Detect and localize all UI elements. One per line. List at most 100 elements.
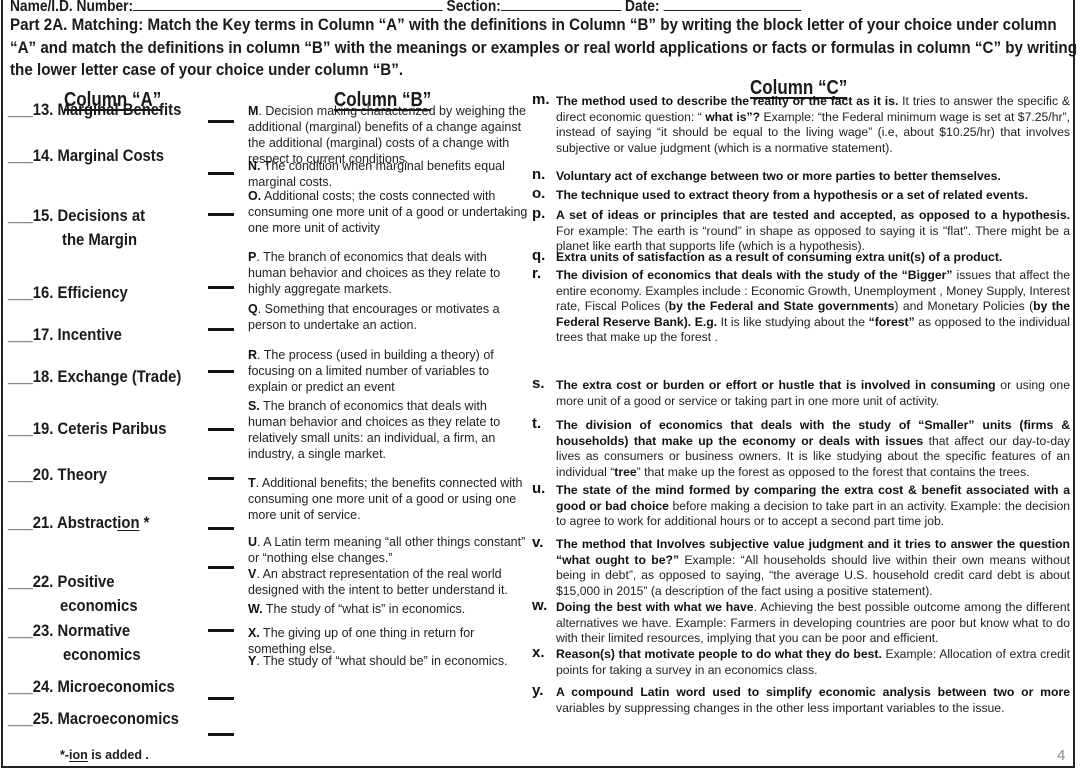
- column-b-definition: P. The branch of economics that deals wi…: [248, 249, 528, 297]
- item-letter: n.: [532, 166, 546, 183]
- column-b-definition: Y. The study of “what should be” in econ…: [248, 653, 528, 669]
- item-text: A set of ideas or principles that are te…: [556, 208, 1070, 253]
- answer-line[interactable]: [208, 370, 234, 373]
- term-label: Marginal Costs: [57, 147, 165, 165]
- date-field[interactable]: [663, 0, 801, 11]
- term-label: Macroeconomics: [57, 710, 179, 728]
- column-c-item: s. The extra cost or burden or effort or …: [532, 375, 1070, 409]
- answer-blank[interactable]: ___: [8, 466, 33, 484]
- answer-line[interactable]: [208, 428, 234, 431]
- item-letter: y.: [532, 682, 544, 699]
- definition-text: . An abstract representation of the real…: [248, 567, 508, 597]
- answer-blank[interactable]: ___: [8, 284, 33, 302]
- item-letter: s.: [532, 375, 545, 392]
- answer-line[interactable]: [208, 566, 234, 569]
- answer-line[interactable]: [208, 328, 234, 331]
- term-continuation: economics: [63, 646, 141, 664]
- definition-text: The branch of economics that deals with …: [248, 399, 501, 461]
- answer-line[interactable]: [208, 629, 234, 632]
- answer-blank[interactable]: ___: [8, 326, 33, 344]
- column-c-item: n. Voluntary act of exchange between two …: [532, 166, 1070, 185]
- item-letter: v.: [532, 534, 544, 551]
- item-text: The state of the mind formed by comparin…: [556, 483, 1070, 528]
- term-label: Positive: [57, 573, 115, 591]
- column-c-item: w. Doing the best with what we have. Achi…: [532, 598, 1070, 647]
- column-a-item: ___20. Theory: [8, 466, 107, 485]
- answer-blank[interactable]: ___: [8, 710, 33, 728]
- column-a-item: ___19. Ceteris Paribus: [8, 420, 167, 439]
- answer-line[interactable]: [208, 172, 234, 175]
- answer-line[interactable]: [208, 213, 234, 216]
- column-a-item: ___21. Abstraction *: [8, 514, 149, 533]
- definition-letter: N.: [248, 159, 261, 173]
- answer-blank[interactable]: ___: [8, 573, 33, 591]
- answer-blank[interactable]: ___: [8, 368, 33, 386]
- term-label: Normative: [57, 622, 131, 640]
- answer-line[interactable]: [208, 286, 234, 289]
- term-continuation: economics: [60, 597, 138, 615]
- date-label: Date:: [625, 0, 660, 15]
- name-field[interactable]: [133, 0, 443, 11]
- item-letter: x.: [532, 644, 545, 661]
- definition-text: . The branch of economics that deals wit…: [248, 250, 501, 296]
- answer-blank[interactable]: ___: [8, 678, 33, 696]
- term-label: Ceteris Paribus: [57, 420, 167, 438]
- item-letter: u.: [532, 480, 546, 497]
- answer-blank[interactable]: ___: [8, 420, 33, 438]
- column-a-item: ___16. Efficiency: [8, 284, 128, 303]
- answer-blank[interactable]: ___: [8, 514, 33, 532]
- column-c-item: v. The method that Involves subjective va…: [532, 534, 1070, 599]
- answer-blank[interactable]: ___: [8, 207, 33, 225]
- column-a-item: ___15. Decisions at: [8, 207, 145, 226]
- column-c-item: t. The division of economics that deals w…: [532, 415, 1070, 480]
- item-number: 21.: [32, 514, 58, 532]
- column-b-definition: U. A Latin term meaning “all other thing…: [248, 534, 528, 566]
- item-text: The division of economics that deals wit…: [556, 268, 1070, 344]
- item-number: 19.: [32, 420, 58, 438]
- answer-blank[interactable]: ___: [8, 147, 33, 165]
- answer-line[interactable]: [208, 120, 234, 123]
- definition-text: . A Latin term meaning “all other things…: [248, 535, 526, 565]
- item-letter: t.: [532, 415, 542, 432]
- item-text: The division of economics that deals wit…: [556, 418, 1070, 479]
- column-c-item: m. The method used to describe the realit…: [532, 92, 1070, 156]
- column-a-item: ___24. Microeconomics: [8, 678, 175, 697]
- column-a-item: ___25. Macroeconomics: [8, 710, 179, 729]
- column-c-item: y. A compound Latin word used to simplify…: [532, 682, 1070, 716]
- answer-line[interactable]: [208, 733, 234, 736]
- item-text: Voluntary act of exchange between two or…: [556, 169, 1001, 183]
- answer-blank[interactable]: ___: [8, 622, 33, 640]
- definition-text: The study of “what is” in economics.: [262, 602, 466, 616]
- section-field[interactable]: [500, 0, 622, 11]
- definition-text: The condition when marginal benefits equ…: [248, 159, 505, 189]
- item-number: 15.: [32, 207, 58, 225]
- item-number: 20.: [32, 466, 58, 484]
- item-text: The technique used to extract theory fro…: [556, 188, 1029, 202]
- term-suffix: *: [139, 514, 150, 532]
- term-underlined-suffix: ion: [117, 514, 140, 532]
- column-b-definition: S. The branch of economics that deals wi…: [248, 398, 528, 462]
- definition-text: . Something that encourages or motivates…: [248, 302, 500, 332]
- column-b-definition: V. An abstract representation of the rea…: [248, 566, 528, 598]
- answer-line[interactable]: [208, 477, 234, 480]
- definition-letter: Q: [248, 302, 258, 316]
- footnote: *-ion is added .: [60, 748, 149, 762]
- definition-letter: X.: [248, 626, 260, 640]
- definition-text: . The process (used in building a theory…: [248, 348, 494, 394]
- item-text: Reason(s) that motivate people to do wha…: [556, 647, 1070, 677]
- column-c-item: x. Reason(s) that motivate people to do w…: [532, 644, 1070, 678]
- term-label: Marginal Benefits: [57, 101, 182, 119]
- definition-letter: T: [248, 476, 256, 490]
- answer-line[interactable]: [208, 697, 234, 700]
- answer-blank[interactable]: ___: [8, 101, 33, 119]
- definition-text: . Additional benefits; the benefits conn…: [248, 476, 523, 522]
- item-text: The extra cost or burden or effort or hu…: [556, 378, 1070, 408]
- item-letter: r.: [532, 265, 542, 282]
- item-letter: p.: [532, 205, 546, 222]
- item-number: 24.: [32, 678, 58, 696]
- column-c-item: u. The state of the mind formed by compar…: [532, 480, 1070, 530]
- term-label: Abstract: [57, 514, 118, 532]
- column-c-item: q. Extra units of satisfaction as a resul…: [532, 248, 1070, 266]
- answer-line[interactable]: [208, 527, 234, 530]
- column-a-item: ___22. Positive: [8, 573, 115, 592]
